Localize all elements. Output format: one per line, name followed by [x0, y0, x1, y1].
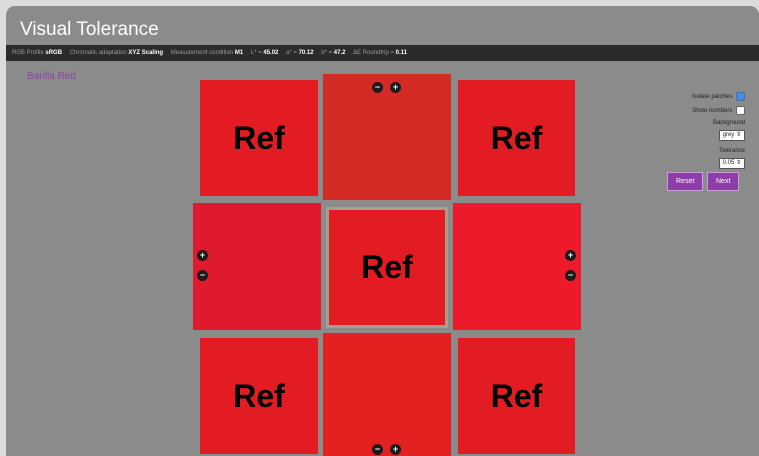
tolerance-label-row: Tolerance — [719, 148, 745, 154]
info-label-a: a* = — [286, 50, 297, 56]
top-plus-button[interactable]: + — [390, 82, 401, 93]
ref-label: Ref — [361, 249, 413, 285]
tolerance-select-value: 0.05 — [722, 160, 735, 166]
background-label: Background — [712, 120, 745, 126]
right-minus-button[interactable]: − — [565, 270, 576, 281]
bottom-minus-button[interactable]: − — [372, 444, 383, 455]
background-label-row: Background — [713, 120, 745, 126]
reset-button[interactable]: Reset — [667, 172, 704, 191]
ref-label: Ref — [490, 377, 543, 414]
info-value-measurement-condition: M1 — [234, 50, 244, 56]
left-plus-button[interactable]: + — [197, 250, 208, 261]
ref-patch-center: Ref — [326, 207, 448, 328]
subject-color-name: Barilla Red — [27, 71, 76, 82]
info-label-measurement-condition: Measurement condition — [170, 50, 234, 56]
info-label-l: L* = — [250, 50, 262, 56]
left-minus-button[interactable]: − — [197, 270, 208, 281]
test-patch-bottom: − + — [323, 333, 451, 456]
background-select[interactable]: grey ⇕ — [718, 130, 745, 141]
isolate-patches-label: Isolate patches — [691, 94, 733, 101]
info-value-chromatic-adaptation: XYZ Scaling — [128, 50, 164, 56]
tolerance-label: Tolerance — [718, 148, 745, 154]
test-patch-left: + − — [193, 203, 321, 330]
info-value-delta-e: 0.11 — [395, 50, 408, 56]
top-minus-button[interactable]: − — [372, 82, 383, 93]
page-title: Visual Tolerance — [20, 19, 159, 40]
right-plus-button[interactable]: + — [565, 250, 576, 261]
show-numbers-row: Show numbers — [692, 106, 745, 115]
measurement-info-bar: RGB Profile sRGB Chromatic adaptation XY… — [6, 45, 759, 61]
info-value-rgb-profile: sRGB — [45, 50, 63, 56]
bottom-plus-button[interactable]: + — [390, 444, 401, 455]
isolate-patches-checkbox[interactable] — [736, 92, 745, 101]
isolate-patches-row: Isolate patches — [692, 92, 745, 101]
info-value-a: 70.12 — [298, 50, 314, 56]
next-button[interactable]: Next — [707, 172, 740, 191]
test-patch-right: + − — [453, 203, 581, 330]
ref-patch-bottom-right: Ref — [458, 338, 575, 454]
tolerance-select[interactable]: 0.05 ⇕ — [718, 158, 745, 169]
background-select-value: grey — [722, 132, 735, 138]
ref-patch-top-left: Ref — [200, 80, 318, 196]
show-numbers-label: Show numbers — [692, 108, 733, 115]
ref-label: Ref — [233, 119, 285, 156]
info-value-l: 45.02 — [263, 50, 279, 56]
background-select-row: grey ⇕ — [718, 130, 745, 141]
info-label-b: b* = — [321, 50, 333, 56]
ref-patch-top-right: Ref — [458, 80, 575, 196]
tolerance-select-row: 0.05 ⇕ — [718, 158, 745, 169]
info-label-rgb-profile: RGB Profile — [12, 50, 44, 56]
test-patch-top: − + — [323, 74, 451, 200]
ref-label: Ref — [490, 119, 543, 156]
info-label-chromatic-adaptation: Chromatic adaptation — [69, 50, 127, 56]
ref-label: Ref — [233, 377, 285, 414]
show-numbers-checkbox[interactable] — [736, 106, 745, 115]
visual-tolerance-window: Visual Tolerance RGB Profile sRGB Chroma… — [6, 6, 759, 456]
ref-patch-bottom-left: Ref — [200, 338, 318, 454]
info-value-b: 47.2 — [333, 50, 346, 56]
info-label-delta-e: ΔE Roundtrip = — [353, 50, 394, 56]
